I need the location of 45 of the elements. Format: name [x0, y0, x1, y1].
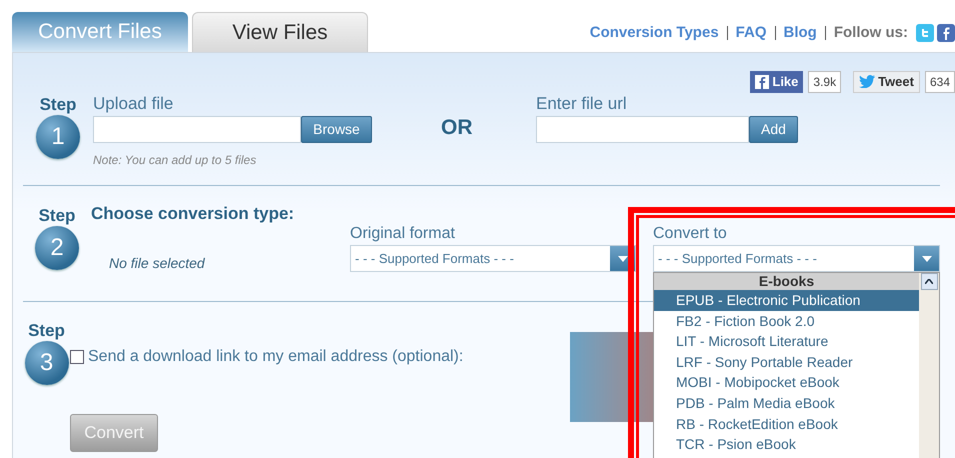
no-file-text: No file selected	[109, 255, 205, 271]
url-label: Enter file url	[536, 93, 628, 115]
section-title: Choose conversion type:	[91, 204, 296, 224]
facebook-f-icon[interactable]	[937, 24, 955, 42]
convert-to-label: Convert to	[653, 224, 728, 244]
step-number-badge: 1	[36, 115, 80, 159]
nav-link[interactable]: Conversion Types	[590, 22, 719, 44]
email-checkbox[interactable]: Send a download link to my email address (optional):	[70, 345, 570, 369]
step-label: Step	[38, 206, 76, 226]
convert-to-select[interactable]: - - - Supported Formats - - -	[653, 245, 940, 272]
follow-label: Follow us:	[834, 22, 908, 42]
dropdown-option[interactable]: EPUB - Electronic Publication	[654, 290, 919, 311]
file-url-field[interactable]	[536, 116, 749, 143]
dropdown-option[interactable]: FB2 - Fiction Book 2.0	[654, 310, 919, 332]
tweet-button[interactable]: Tweet	[853, 70, 920, 92]
scroll-up-icon[interactable]	[920, 273, 938, 290]
nav-link[interactable]: FAQ	[736, 22, 766, 44]
browse-button[interactable]: Browse	[301, 116, 372, 143]
dropdown-option[interactable]: PDB - Palm Media eBook	[654, 392, 919, 414]
or-label: OR	[441, 116, 472, 139]
dropdown-option[interactable]: LRF - Sony Portable Reader	[654, 352, 919, 372]
share-count: 634	[924, 70, 955, 92]
bird-icon	[859, 75, 876, 88]
checkbox[interactable]	[70, 350, 84, 364]
step-label: Step	[40, 95, 76, 115]
upload-file-field[interactable]	[93, 116, 301, 143]
add-button[interactable]: Add	[749, 116, 798, 143]
dropdown-option[interactable]: TCR - Psion eBook	[654, 434, 919, 455]
original-format-label: Original format	[350, 224, 456, 244]
dropdown-option[interactable]: MOBI - Mobipocket eBook	[654, 372, 919, 393]
tab[interactable]: View Files	[192, 12, 368, 52]
upload-note: Note: You can add up to 5 files	[93, 152, 258, 169]
step-number-badge: 2	[35, 226, 79, 270]
step-number-badge: 3	[24, 341, 68, 385]
like-button[interactable]: Like	[750, 70, 804, 92]
dropdown-option[interactable]: LIT - Microsoft Literature	[654, 331, 919, 352]
upload-label: Upload file	[93, 93, 174, 115]
option-group-heading: E-books	[654, 273, 919, 290]
original-format-select[interactable]: - - - Supported Formats - - -	[350, 245, 636, 272]
share-count: 3.9k	[808, 70, 842, 92]
nav-link[interactable]: Blog	[784, 22, 817, 44]
step-label: Step	[28, 321, 65, 341]
facebook-f-icon	[755, 74, 770, 88]
dropdown-option[interactable]: RB - RocketEdition eBook	[654, 414, 919, 434]
scrollbar[interactable]	[919, 273, 939, 458]
